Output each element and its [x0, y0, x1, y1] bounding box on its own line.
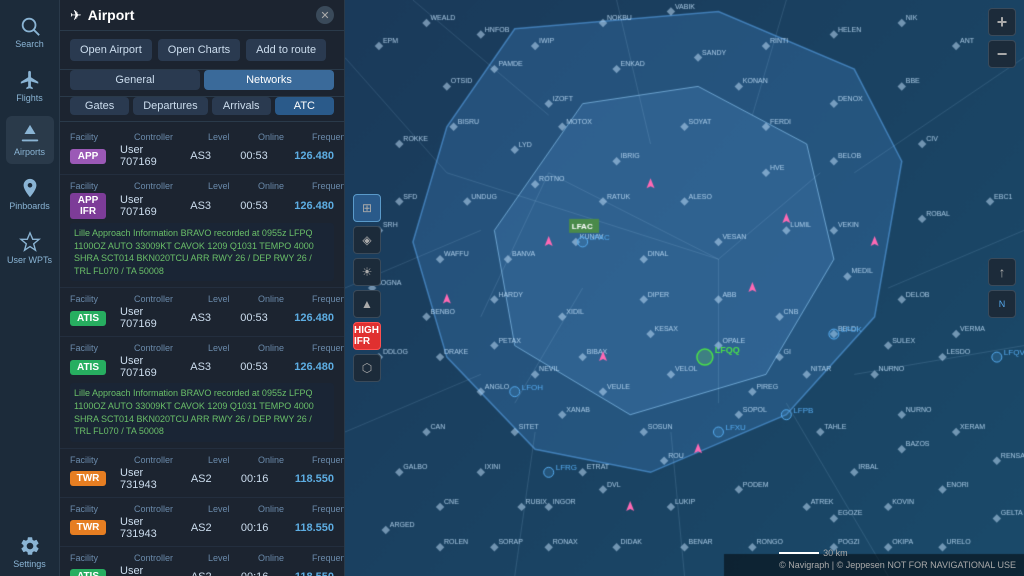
layer-control-6[interactable]: ⬡: [353, 354, 381, 382]
sidebar-item-settings[interactable]: Settings: [6, 528, 54, 576]
layer-control-4[interactable]: ▲: [353, 290, 381, 318]
map-left-controls: ⊞ ◈ ☀ ▲ HIGH IFR ⬡: [353, 194, 381, 382]
facility-badge-0: APP: [70, 149, 106, 164]
facility-level-0: AS3: [190, 150, 226, 162]
facility-badge-2: ATIS: [70, 311, 106, 326]
map-canvas: [345, 0, 1024, 576]
facility-freq-1: 126.480: [294, 200, 334, 212]
facility-freq-0: 126.480: [294, 150, 334, 162]
facility-controller-0: User 707169: [120, 144, 176, 168]
facility-controller-2: User 707169: [120, 306, 176, 330]
sidebar: Search Flights Airports Pinboards User W…: [0, 0, 60, 576]
facility-level-6: AS2: [191, 571, 227, 576]
sidebar-item-pinboards[interactable]: Pinboards: [6, 170, 54, 218]
add-to-route-button[interactable]: Add to route: [246, 39, 326, 61]
facility-controller-4: User 731943: [120, 467, 177, 491]
sub-tab-departures[interactable]: Departures: [133, 97, 207, 115]
close-button[interactable]: ✕: [316, 6, 334, 24]
facility-online-2: 00:53: [240, 312, 280, 324]
facility-badge-3: ATIS: [70, 360, 106, 375]
sidebar-label-search: Search: [15, 39, 44, 49]
facility-badge-1: APPIFR: [70, 193, 106, 219]
facility-online-0: 00:53: [240, 150, 280, 162]
sub-tab-gates[interactable]: Gates: [70, 97, 129, 115]
facility-item-6: Facility Controller Level Online Frequen…: [60, 547, 344, 576]
facility-level-4: AS2: [191, 473, 227, 485]
facility-item-4: Facility Controller Level Online Frequen…: [60, 449, 344, 498]
facility-badge-6: ATIS: [70, 569, 106, 576]
facility-online-5: 00:16: [241, 522, 281, 534]
map-nav-controls: ↑ N: [988, 258, 1016, 318]
atis-text-1: Lille Approach Information BRAVO recorde…: [70, 223, 334, 281]
sidebar-label-flights: Flights: [16, 93, 43, 103]
facility-item-3: Facility Controller Level Online Frequen…: [60, 337, 344, 448]
facility-level-1: AS3: [190, 200, 226, 212]
panel-header: ✈ Airport ✕: [60, 0, 344, 31]
sub-tab-atc[interactable]: ATC: [275, 97, 334, 115]
facility-item-1: Facility Controller Level Online Frequen…: [60, 175, 344, 288]
sidebar-label-pinboards: Pinboards: [9, 201, 50, 211]
facility-freq-6: 118.550: [295, 571, 334, 576]
facility-controller-5: User 731943: [120, 516, 177, 540]
facility-freq-3: 126.480: [294, 361, 334, 373]
facility-item-5: Facility Controller Level Online Frequen…: [60, 498, 344, 547]
sub-tab-arrivals[interactable]: Arrivals: [212, 97, 271, 115]
north-button[interactable]: ↑: [988, 258, 1016, 286]
facility-online-3: 00:53: [240, 361, 280, 373]
layer-control-3[interactable]: ☀: [353, 258, 381, 286]
panel-title: Airport: [88, 7, 316, 23]
zoom-out-button[interactable]: −: [988, 40, 1016, 68]
facility-level-2: AS3: [190, 312, 226, 324]
facility-online-4: 00:16: [241, 473, 281, 485]
facility-controller-3: User 707169: [120, 355, 176, 379]
airport-panel: ✈ Airport ✕ Open Airport Open Charts Add…: [60, 0, 345, 576]
open-airport-button[interactable]: Open Airport: [70, 39, 152, 61]
sidebar-item-flights[interactable]: Flights: [6, 62, 54, 110]
sidebar-label-airports: Airports: [14, 147, 45, 157]
sub-tabs: Gates Departures Arrivals ATC: [60, 97, 344, 122]
zoom-in-button[interactable]: +: [988, 8, 1016, 36]
facility-freq-4: 118.550: [295, 473, 334, 485]
facility-level-5: AS2: [191, 522, 227, 534]
map-copyright: 30 km © Navigraph | © Jeppesen NOT FOR N…: [779, 548, 1016, 570]
facility-item-2: Facility Controller Level Online Frequen…: [60, 288, 344, 337]
sidebar-item-search[interactable]: Search: [6, 8, 54, 56]
facility-online-6: 00:16: [241, 571, 281, 576]
facility-badge-4: TWR: [70, 471, 106, 486]
facility-freq-2: 126.480: [294, 312, 334, 324]
scale-label: 30 km: [823, 548, 848, 558]
tab-networks[interactable]: Networks: [204, 70, 334, 90]
layer-control-1[interactable]: ⊞: [353, 194, 381, 222]
compass-button[interactable]: N: [988, 290, 1016, 318]
facility-controller-6: User 731943: [120, 565, 177, 576]
sidebar-label-userwpts: User WPTs: [7, 255, 52, 265]
facility-item-0: Facility Controller Level Online Frequen…: [60, 126, 344, 175]
sidebar-label-settings: Settings: [13, 559, 46, 569]
layer-control-2[interactable]: ◈: [353, 226, 381, 254]
layer-control-5[interactable]: HIGH IFR: [353, 322, 381, 350]
open-charts-button[interactable]: Open Charts: [158, 39, 240, 61]
facility-badge-5: TWR: [70, 520, 106, 535]
map-top-controls: + −: [988, 8, 1016, 68]
copyright-text: © Navigraph | © Jeppesen NOT FOR NAVIGAT…: [779, 560, 1016, 570]
atis-text-3: Lille Approach Information BRAVO recorde…: [70, 383, 334, 441]
sidebar-item-userwpts[interactable]: User WPTs: [6, 224, 54, 272]
main-tabs: General Networks: [60, 70, 344, 97]
facility-list: Facility Controller Level Online Frequen…: [60, 122, 344, 576]
tab-general[interactable]: General: [70, 70, 200, 90]
sidebar-item-airports[interactable]: Airports: [6, 116, 54, 164]
facility-level-3: AS3: [190, 361, 226, 373]
facility-controller-1: User 707169: [120, 194, 176, 218]
map-area[interactable]: ⊞ ◈ ☀ ▲ HIGH IFR ⬡ + − ↑ N 30 km © Navig…: [345, 0, 1024, 576]
facility-online-1: 00:53: [240, 200, 280, 212]
airport-icon: ✈: [70, 7, 82, 24]
panel-action-buttons: Open Airport Open Charts Add to route: [60, 31, 344, 70]
facility-freq-5: 118.550: [295, 522, 334, 534]
